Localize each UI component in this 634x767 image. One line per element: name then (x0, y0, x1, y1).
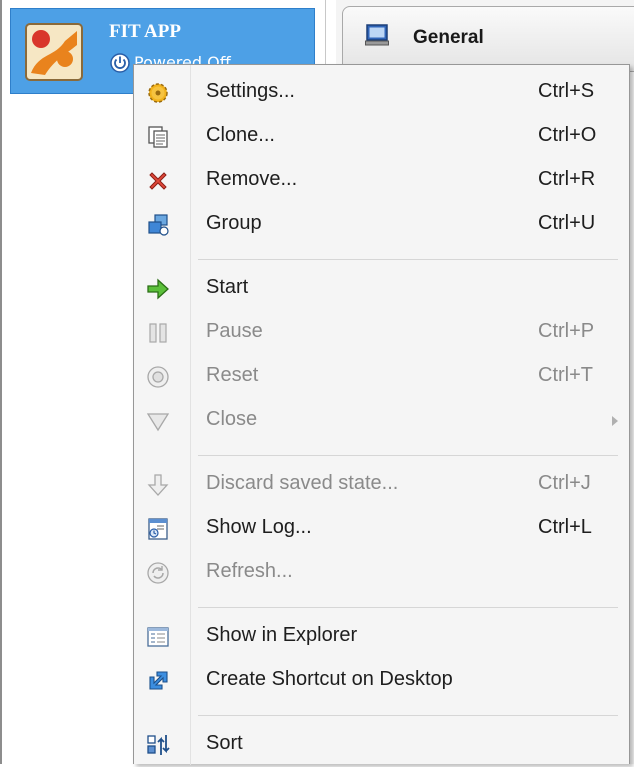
menu-item-group[interactable]: Group Ctrl+U (134, 203, 629, 247)
group-icon (148, 214, 169, 236)
menu-item-create-shortcut[interactable]: Create Shortcut on Desktop (134, 659, 629, 703)
menu-item-shortcut: Ctrl+S (538, 80, 595, 102)
menu-item-remove[interactable]: Remove... Ctrl+R (134, 159, 629, 203)
menu-separator (198, 607, 618, 608)
menu-item-label: Remove... (206, 168, 298, 190)
menu-separator (198, 259, 618, 260)
discard-arrow-icon (147, 474, 169, 496)
menu-item-label: Start (206, 276, 249, 298)
menu-item-label: Discard saved state... (206, 472, 399, 494)
menu-item-label: Show in Explorer (206, 624, 358, 646)
close-triangle-icon (146, 413, 170, 432)
menu-item-shortcut: Ctrl+L (538, 516, 592, 538)
menu-item-show-in-explorer[interactable]: Show in Explorer (134, 615, 629, 659)
pane-border (0, 0, 2, 764)
menu-item-shortcut: Ctrl+P (538, 320, 595, 342)
menu-item-label: Settings... (206, 80, 295, 102)
gear-icon (148, 83, 168, 103)
menu-item-shortcut: Ctrl+J (538, 472, 591, 494)
general-section-title: General (413, 27, 484, 48)
menu-item-label: Refresh... (206, 560, 293, 582)
shortcut-icon (149, 671, 168, 690)
menu-item-start[interactable]: Start (134, 267, 629, 311)
refresh-icon (147, 562, 169, 584)
pause-icon (149, 323, 167, 343)
menu-separator (198, 455, 618, 456)
explorer-icon (147, 627, 169, 647)
menu-item-shortcut: Ctrl+T (538, 364, 593, 386)
menu-item-shortcut: Ctrl+O (538, 124, 597, 146)
log-icon (148, 518, 168, 540)
power-off-icon (110, 53, 130, 73)
menu-separator (198, 715, 618, 716)
vm-context-menu: Settings... Ctrl+S Clone... Ctrl+O Remov… (133, 64, 630, 767)
monitor-icon (365, 24, 389, 46)
menu-item-settings[interactable]: Settings... Ctrl+S (134, 71, 629, 115)
menu-item-clone[interactable]: Clone... Ctrl+O (134, 115, 629, 159)
menu-item-label: Close (206, 408, 258, 430)
menu-item-label: Pause (206, 320, 263, 342)
menu-item-close[interactable]: Close (134, 399, 629, 443)
menu-item-label: Create Shortcut on Desktop (206, 668, 453, 690)
menu-item-label: Show Log... (206, 516, 312, 538)
start-arrow-icon (147, 278, 169, 300)
menu-item-label: Reset (206, 364, 259, 386)
menu-item-label: Group (206, 212, 262, 234)
vm-name: FIT APP (109, 21, 181, 42)
vm-os-logo-icon (25, 23, 83, 81)
menu-item-label: Clone... (206, 124, 275, 146)
menu-item-show-log[interactable]: Show Log... Ctrl+L (134, 507, 629, 551)
menu-item-shortcut: Ctrl+U (538, 212, 596, 234)
menu-item-discard-saved-state[interactable]: Discard saved state... Ctrl+J (134, 463, 629, 507)
menu-item-refresh[interactable]: Refresh... (134, 551, 629, 595)
sort-icon (147, 735, 170, 755)
general-section-header[interactable]: General (342, 6, 634, 72)
menu-item-reset[interactable]: Reset Ctrl+T (134, 355, 629, 399)
submenu-arrow-icon (612, 416, 618, 426)
menu-item-pause[interactable]: Pause Ctrl+P (134, 311, 629, 355)
reset-icon (147, 366, 169, 388)
remove-icon (149, 172, 167, 190)
menu-item-shortcut: Ctrl+R (538, 168, 596, 190)
menu-item-label: Sort (206, 732, 243, 754)
menu-item-sort[interactable]: Sort (134, 723, 629, 767)
clone-icon (148, 126, 168, 148)
